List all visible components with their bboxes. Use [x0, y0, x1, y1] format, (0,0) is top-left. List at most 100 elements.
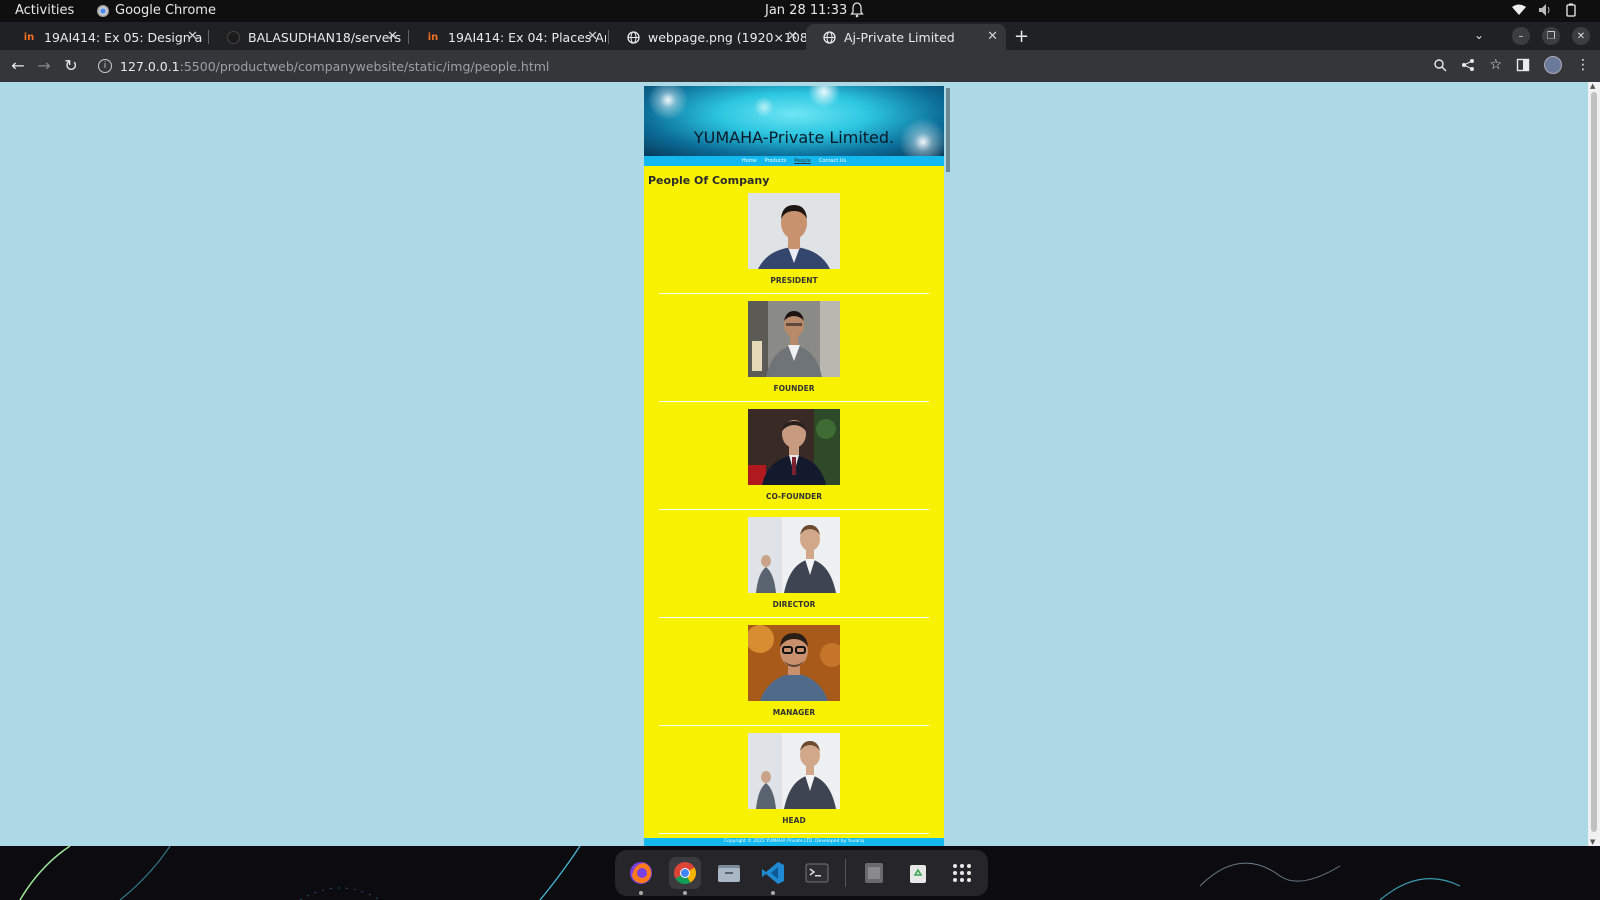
- divider: [659, 401, 929, 402]
- nav-home[interactable]: Home: [742, 158, 757, 164]
- site-nav: Home Products People Contact Us: [644, 156, 944, 166]
- site-info-icon[interactable]: i: [98, 59, 112, 73]
- person-role: HEAD: [782, 816, 806, 825]
- dock: [615, 850, 988, 896]
- desktop-dock-area: [0, 846, 1600, 900]
- tab-github[interactable]: BALASUDHAN18/servers ✕: [210, 24, 406, 50]
- share-icon[interactable]: [1461, 58, 1475, 72]
- person-card: MANAGER: [644, 625, 944, 726]
- close-icon[interactable]: ✕: [987, 29, 998, 44]
- bookmark-star-icon[interactable]: ☆: [1489, 57, 1502, 73]
- back-arrow-icon[interactable]: ←: [8, 56, 28, 76]
- nav-products[interactable]: Products: [765, 158, 787, 164]
- terminal-icon[interactable]: [801, 857, 833, 889]
- volume-icon: [1539, 4, 1550, 16]
- forward-arrow-icon[interactable]: →: [34, 56, 54, 76]
- person-card: FOUNDER: [644, 301, 944, 402]
- person-photo-president: [748, 193, 840, 269]
- nav-contact-us[interactable]: Contact Us: [819, 158, 846, 164]
- banner-shadow: [946, 88, 950, 172]
- close-icon[interactable]: ✕: [787, 29, 798, 44]
- divider: [659, 833, 929, 834]
- trash-icon[interactable]: [902, 857, 934, 889]
- person-card: HEAD: [644, 733, 944, 834]
- person-role: DIRECTOR: [772, 600, 816, 609]
- side-panel-icon[interactable]: [1516, 58, 1530, 72]
- clock[interactable]: Jan 28 11:33: [765, 3, 847, 18]
- person-role: PRESIDENT: [770, 276, 818, 285]
- tab-strip: in 19AI414: Ex 05: Design a V ✕ BALASUDH…: [0, 22, 1600, 50]
- chrome-menu-icon[interactable]: ⋮: [1576, 57, 1590, 73]
- github-icon: [226, 30, 240, 44]
- close-icon[interactable]: ✕: [587, 29, 598, 44]
- files-icon[interactable]: [713, 857, 745, 889]
- window-controls: – ❐ ✕: [1512, 22, 1600, 50]
- scrollbar-thumb[interactable]: [1591, 92, 1597, 832]
- tab-search-chevron-icon[interactable]: ⌄: [1474, 28, 1484, 42]
- system-tray[interactable]: [1512, 3, 1578, 17]
- brand-title: YUMAHA-Private Limited.: [693, 128, 895, 147]
- tab-ex04[interactable]: in 19AI414: Ex 04: Places Aro ✕: [410, 24, 606, 50]
- app-menu[interactable]: Google Chrome: [97, 3, 216, 18]
- screenshot-icon[interactable]: [858, 857, 890, 889]
- battery-icon: [1566, 3, 1576, 17]
- system-top-bar: Activities Google Chrome Jan 28 11:33: [0, 0, 1600, 22]
- notification-bell-icon: [850, 2, 864, 18]
- tab-ex05[interactable]: in 19AI414: Ex 05: Design a V ✕: [6, 24, 206, 50]
- tab-webpage-png[interactable]: webpage.png (1920×1080 ✕: [610, 24, 806, 50]
- app-name: Google Chrome: [115, 3, 216, 18]
- scroll-up-icon[interactable]: ▲: [1590, 82, 1595, 90]
- profile-avatar[interactable]: [1544, 56, 1562, 74]
- tab-title: Aj-Private Limited: [844, 29, 955, 45]
- divider: [659, 509, 929, 510]
- person-photo-manager: [748, 625, 840, 701]
- vscode-icon[interactable]: [757, 857, 789, 895]
- wifi-icon: [1512, 4, 1526, 15]
- close-icon[interactable]: ✕: [387, 29, 398, 44]
- tab-favicon-in-icon: in: [427, 31, 439, 43]
- divider: [659, 725, 929, 726]
- tab-title: BALASUDHAN18/servers: [248, 29, 402, 45]
- nav-people[interactable]: People: [794, 158, 811, 164]
- restore-icon[interactable]: ❐: [1542, 27, 1560, 45]
- globe-icon: [822, 30, 836, 44]
- new-tab-plus-icon[interactable]: +: [1014, 26, 1029, 47]
- address-bar[interactable]: i 127.0.0.1:5500/productweb/companywebsi…: [92, 54, 1392, 78]
- tab-title: webpage.png (1920×1080: [648, 29, 806, 45]
- apps-grid-icon[interactable]: [946, 857, 978, 889]
- section-title: People Of Company: [648, 174, 770, 187]
- chrome-icon[interactable]: [669, 857, 701, 895]
- tab-title: 19AI414: Ex 05: Design a V: [44, 29, 206, 45]
- url-path: :5500/productweb/companywebsite/static/i…: [179, 58, 550, 74]
- dock-separator: [845, 859, 846, 887]
- divider: [659, 293, 929, 294]
- tab-aj-private-limited[interactable]: Aj-Private Limited ✕: [806, 24, 1006, 50]
- page-scrollbar[interactable]: ▲ ▼: [1588, 82, 1600, 846]
- firefox-icon[interactable]: [625, 857, 657, 895]
- toolbar-actions: ☆ ⋮: [1433, 56, 1590, 74]
- activities-button[interactable]: Activities: [15, 3, 74, 18]
- person-photo-director: [748, 517, 840, 593]
- tab-favicon-in-icon: in: [23, 31, 35, 43]
- globe-icon: [626, 30, 640, 44]
- chrome-app-icon: [97, 4, 109, 17]
- scroll-down-icon[interactable]: ▼: [1590, 838, 1595, 846]
- browser-viewport: YUMAHA-Private Limited. Home Products Pe…: [0, 82, 1600, 846]
- person-role: FOUNDER: [773, 384, 815, 393]
- divider: [659, 617, 929, 618]
- person-photo-co-founder: [748, 409, 840, 485]
- browser-toolbar: ← → ↻ i 127.0.0.1:5500/productweb/compan…: [0, 50, 1600, 82]
- company-page: YUMAHA-Private Limited. Home Products Pe…: [644, 86, 944, 846]
- person-role: CO-FOUNDER: [765, 492, 823, 501]
- person-card: CO-FOUNDER: [644, 409, 944, 510]
- tab-title: 19AI414: Ex 04: Places Aro: [448, 29, 606, 45]
- reload-icon[interactable]: ↻: [61, 56, 81, 76]
- person-card: PRESIDENT: [644, 193, 944, 294]
- person-photo-head: [748, 733, 840, 809]
- window-close-icon[interactable]: ✕: [1572, 27, 1590, 45]
- zoom-icon[interactable]: [1433, 58, 1447, 72]
- close-icon[interactable]: ✕: [187, 29, 198, 44]
- minimize-icon[interactable]: –: [1512, 27, 1530, 45]
- people-section: People Of Company PRESIDENT FOUNDER CO-F…: [644, 174, 944, 834]
- header-banner: YUMAHA-Private Limited.: [644, 86, 944, 156]
